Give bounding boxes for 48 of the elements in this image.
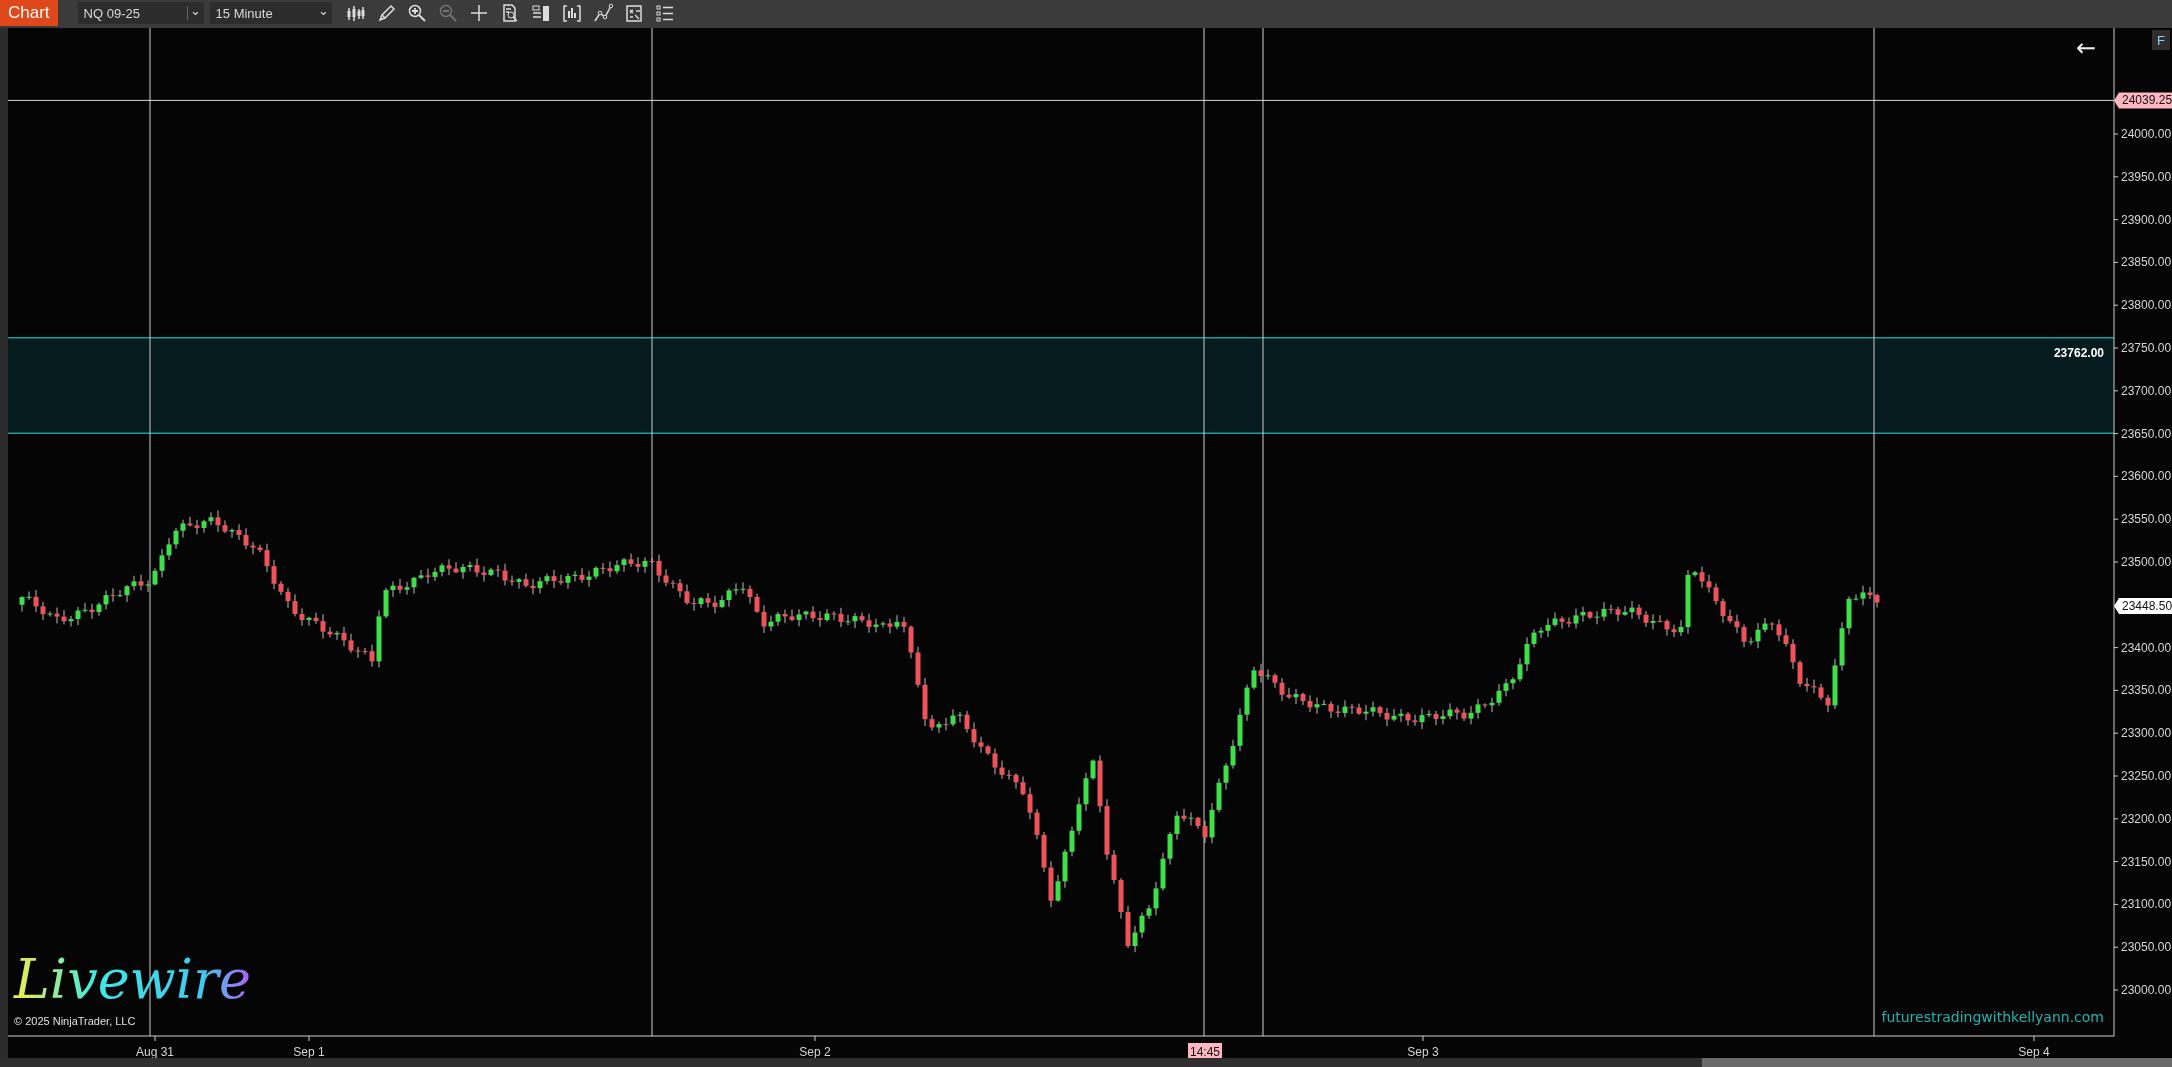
date-label: Sep 4: [2018, 1045, 2050, 1058]
price-marker: 23448.50: [2114, 598, 2172, 615]
horizontal-scrollbar[interactable]: [0, 1058, 2172, 1067]
price-label: 23250.00: [2121, 769, 2172, 783]
price-label: 23850.00: [2121, 255, 2172, 270]
price-label: 23550.00: [2121, 512, 2172, 527]
date-label: Aug 31: [136, 1045, 174, 1058]
f-button-label: F: [2157, 33, 2165, 48]
website-text: futurestradingwithkellyann.com: [1881, 1009, 2104, 1025]
f-button[interactable]: [2152, 30, 2170, 50]
price-label: 23950.00: [2121, 169, 2172, 184]
price-label: 23650.00: [2121, 426, 2172, 441]
crosshair-icon[interactable]: [468, 3, 489, 23]
price-label: 23050.00: [2121, 940, 2172, 955]
price-label: 23400.00: [2121, 640, 2172, 655]
caret-icon: ⌄: [315, 6, 332, 20]
bar-chart-icon[interactable]: [561, 3, 582, 23]
dropdown-field[interactable]: 15 Minute ⌄: [209, 2, 332, 24]
price-label: 23100.00: [2121, 897, 2172, 912]
copyright-text: © 2025 NinjaTrader, LLC: [14, 1015, 136, 1027]
zoom-in-icon[interactable]: [406, 3, 427, 23]
price-label: 23350.00: [2121, 683, 2172, 698]
price-label: 23700.00: [2121, 383, 2172, 398]
price-label: 23000.00: [2121, 983, 2172, 997]
panel-icon[interactable]: [530, 3, 551, 23]
price-label: 23900.00: [2121, 212, 2172, 227]
price-label: 24000.00: [2121, 127, 2172, 141]
price-label: 23200.00: [2121, 811, 2172, 826]
scroll-thumb[interactable]: [1702, 1058, 2172, 1067]
chart-button[interactable]: Chart: [0, 0, 58, 26]
price-label: 23750.00: [2121, 341, 2172, 355]
livewire-logo: Livewire: [14, 948, 251, 1011]
date-label: Sep 1: [293, 1045, 325, 1058]
zone-price-label: 23762.00: [2053, 345, 2104, 360]
document-icon[interactable]: [623, 3, 644, 23]
price-marker: 24039.25: [2114, 92, 2172, 109]
price-label: 23150.00: [2121, 854, 2172, 869]
price-label: 23500.00: [2121, 555, 2172, 569]
date-label: Sep 2: [799, 1045, 831, 1058]
back-arrow-button[interactable]: ←: [2075, 34, 2097, 62]
price-label: 23300.00: [2121, 726, 2172, 741]
date-label: Sep 3: [1407, 1045, 1439, 1058]
price-label: 23600.00: [2121, 469, 2172, 484]
dropdown-field[interactable]: NQ 09-25 ⌄: [77, 2, 204, 24]
list-icon[interactable]: [654, 3, 675, 23]
line-chart-icon[interactable]: [592, 3, 613, 23]
time-marker: 14:45: [1188, 1043, 1222, 1058]
price-label: 23800.00: [2121, 298, 2172, 313]
